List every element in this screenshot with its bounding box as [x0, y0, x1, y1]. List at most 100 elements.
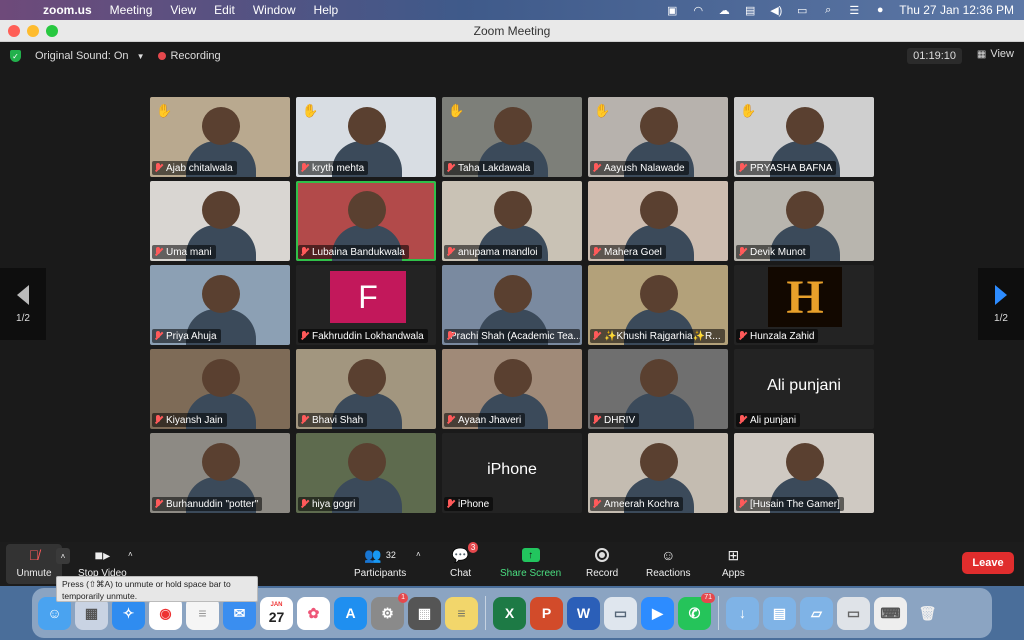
reactions-button[interactable]: ☺ Reactions — [646, 546, 690, 579]
participant-tile[interactable]: anupama mandloi — [442, 181, 582, 261]
menu-window[interactable]: Window — [244, 3, 305, 17]
participant-tile[interactable]: H Hunzala Zahid — [734, 265, 874, 345]
participant-tile[interactable]: Ameerah Kochra — [588, 433, 728, 513]
downloads-folder-icon[interactable]: ↓ — [726, 596, 759, 630]
participant-tile[interactable]: ✋ kryth mehta — [296, 97, 436, 177]
original-sound-toggle[interactable]: Original Sound: On — [35, 50, 129, 62]
wifi-icon[interactable]: ◠ — [685, 4, 711, 17]
menu-view[interactable]: View — [161, 3, 205, 17]
documents-folder-icon[interactable]: ▤ — [763, 596, 796, 630]
participant-tile[interactable]: Ayaan Jhaveri — [442, 349, 582, 429]
calculator-icon[interactable]: ▦ — [408, 596, 441, 630]
participant-name: Devik Munot — [750, 246, 806, 258]
muted-mic-icon — [592, 499, 600, 509]
participant-tile[interactable]: Prachi Shah (Academic Tea... — [442, 265, 582, 345]
participant-tile[interactable]: ✋ Taha Lakdawala — [442, 97, 582, 177]
participant-tile[interactable]: Bhavi Shah — [296, 349, 436, 429]
trash-icon[interactable]: 🗑 — [911, 597, 944, 630]
participant-tile[interactable]: F Fakhruddin Lokhandwala — [296, 265, 436, 345]
video-options-caret[interactable]: ˄ — [128, 550, 133, 559]
participant-tile[interactable]: Uma mani — [150, 181, 290, 261]
participant-tile[interactable]: Lubaina Bandukwala — [296, 181, 436, 261]
photos-icon[interactable]: ✿ — [297, 596, 330, 630]
screenshots-stack-icon[interactable]: ▭ — [837, 596, 870, 630]
record-icon — [595, 548, 610, 562]
menu-edit[interactable]: Edit — [205, 3, 244, 17]
keyboard-stack-icon[interactable]: ⌨ — [874, 596, 907, 630]
leave-button[interactable]: Leave — [962, 552, 1014, 574]
share-screen-button[interactable]: ↑ Share Screen — [500, 546, 561, 579]
zoom-status-icon[interactable]: ▣ — [659, 4, 685, 17]
security-shield-icon[interactable]: ✓ — [10, 50, 21, 62]
volume-icon[interactable]: ◀) — [763, 4, 789, 17]
apps-button[interactable]: ⊞ Apps — [722, 546, 745, 580]
participants-caret[interactable]: ˄ — [416, 550, 421, 559]
participant-tile[interactable]: ✋ Aayush Nalawade — [588, 97, 728, 177]
preview-icon[interactable]: ▭ — [604, 596, 637, 630]
participant-tile[interactable]: Priya Ahuja — [150, 265, 290, 345]
video-person-head — [202, 275, 240, 313]
muted-mic-icon — [154, 163, 162, 173]
participant-tile[interactable]: Mahera Goel — [588, 181, 728, 261]
next-page-button[interactable]: 1/2 — [978, 268, 1024, 340]
app-store-icon[interactable]: A — [334, 596, 367, 630]
menu-meeting[interactable]: Meeting — [101, 3, 162, 17]
applications-folder-icon[interactable]: ▱ — [800, 596, 833, 630]
word-icon[interactable]: W — [567, 596, 600, 630]
participant-tile[interactable]: ✋ Ajab chitalwala — [150, 97, 290, 177]
muted-mic-icon — [300, 163, 308, 173]
video-person-head — [202, 107, 240, 145]
minimize-window-button[interactable] — [27, 25, 39, 37]
participant-tile[interactable]: hiya gogri — [296, 433, 436, 513]
avatar-letter: F — [330, 271, 406, 323]
excel-icon[interactable]: X — [493, 596, 526, 630]
raised-hand-icon: ✋ — [740, 103, 757, 118]
view-button[interactable]: ▦ View — [977, 48, 1014, 60]
participant-tile[interactable]: Kiyansh Jain — [150, 349, 290, 429]
participant-tile[interactable]: ✋ PRYASHA BAFNA — [734, 97, 874, 177]
participant-tile[interactable]: Devik Munot — [734, 181, 874, 261]
chat-button[interactable]: 💬 3 Chat — [450, 542, 479, 579]
arrow-right-icon — [995, 284, 1007, 305]
record-label: Record — [586, 568, 619, 579]
participant-tile[interactable]: Burhanuddin "potter" — [150, 433, 290, 513]
participant-name: Taha Lakdawala — [458, 162, 531, 174]
powerpoint-icon[interactable]: P — [530, 596, 563, 630]
calendar-day: 27 — [268, 609, 285, 625]
stop-video-button[interactable]: ■▸ Stop Video — [78, 546, 127, 580]
participants-button[interactable]: 👥 32 Participants — [354, 546, 406, 580]
page-indicator-right: 1/2 — [994, 312, 1008, 324]
participant-tile[interactable]: ✨Khushi Rajgarhia✨R... — [588, 265, 728, 345]
stickies-icon[interactable]: ≡ — [445, 596, 478, 630]
calendar-icon[interactable]: JAN 27 — [260, 596, 293, 630]
menu-help[interactable]: Help — [305, 3, 348, 17]
unmute-button[interactable]: 🎙̸ Unmute — [6, 544, 62, 584]
whatsapp-icon[interactable]: ✆ 71 — [678, 592, 715, 630]
participant-tile[interactable]: [Husain The Gamer] — [734, 433, 874, 513]
zoom-icon[interactable]: ▶ — [641, 596, 674, 630]
muted-mic-icon — [592, 163, 600, 173]
meeting-timer: 01:19:10 — [907, 48, 962, 64]
participant-name: Ameerah Kochra — [604, 498, 680, 510]
keyboard-icon[interactable]: ▤ — [737, 4, 763, 17]
participant-tile[interactable]: DHRIV — [588, 349, 728, 429]
video-person-head — [202, 191, 240, 229]
record-button[interactable]: Record — [586, 546, 618, 579]
control-center-icon[interactable]: ☰ — [841, 4, 867, 17]
siri-icon[interactable]: ● — [867, 4, 893, 16]
audio-options-caret[interactable]: ˄ — [56, 548, 70, 564]
original-sound-caret-icon[interactable]: ▼ — [137, 52, 145, 61]
zoom-window-button[interactable] — [46, 25, 58, 37]
menu-app-name[interactable]: zoom.us — [34, 3, 101, 17]
participant-tile[interactable]: Ali punjani Ali punjani — [734, 349, 874, 429]
search-icon[interactable]: ⌕ — [815, 4, 841, 17]
battery-icon[interactable]: ▭ — [789, 4, 815, 17]
cloud-icon[interactable]: ☁ — [711, 4, 737, 17]
participant-tile[interactable]: iPhone iPhone — [442, 433, 582, 513]
muted-mic-icon — [446, 163, 454, 173]
share-screen-icon: ↑ — [521, 548, 540, 562]
menubar-clock[interactable]: Thu 27 Jan 12:36 PM — [893, 3, 1014, 17]
system-preferences-icon[interactable]: ⚙ 1 — [371, 592, 408, 630]
previous-page-button[interactable]: 1/2 — [0, 268, 46, 340]
close-window-button[interactable] — [8, 25, 20, 37]
